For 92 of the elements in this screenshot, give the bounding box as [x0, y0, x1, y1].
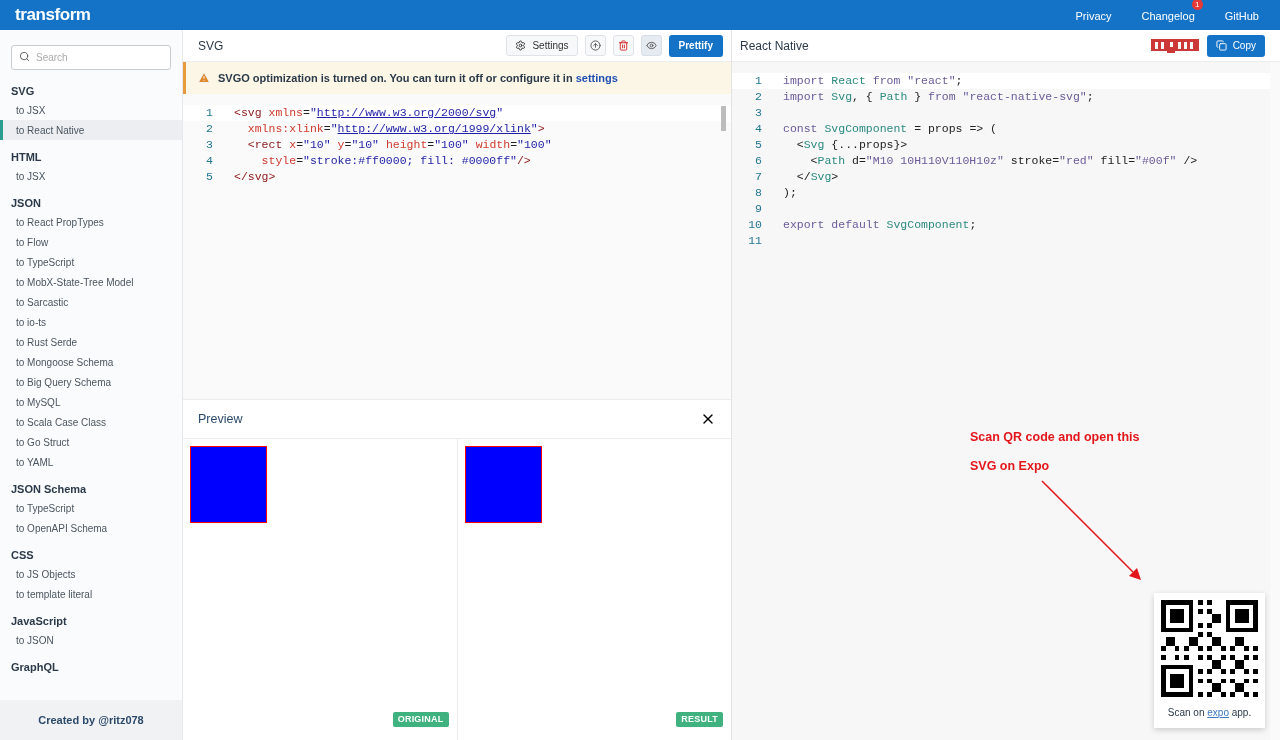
- code-line: </svg>: [233, 169, 276, 186]
- code-line: style="stroke:#ff0000; fill: #0000ff"/>: [260, 153, 531, 170]
- upload-button[interactable]: [584, 35, 606, 56]
- sidebar-item[interactable]: to TypeScript: [0, 252, 182, 272]
- sidebar-item[interactable]: to React Native: [0, 120, 182, 140]
- copy-icon: [1215, 40, 1227, 51]
- preview-toggle[interactable]: [640, 35, 662, 56]
- line-number: 8: [754, 185, 763, 202]
- sidebar-item[interactable]: to Flow: [0, 232, 182, 252]
- line-number: 4: [205, 153, 214, 170]
- nav-link[interactable]: GitHub: [1224, 10, 1259, 22]
- sidebar-item[interactable]: to Scala Case Class: [0, 412, 182, 432]
- sidebar-item[interactable]: to template literal: [0, 584, 182, 604]
- annotation-text: SVG on Expo: [970, 457, 1051, 475]
- line-number: 1: [205, 105, 214, 122]
- sidebar-item[interactable]: to Rust Serde: [0, 332, 182, 352]
- sidebar-item[interactable]: to OpenAPI Schema: [0, 518, 182, 538]
- code-line: );: [782, 185, 797, 202]
- sidebar-item[interactable]: to JSX: [0, 166, 182, 186]
- line-number: 7: [754, 169, 763, 186]
- credit-text: Created by @ritz078: [38, 712, 144, 728]
- sidebar-item[interactable]: to io-ts: [0, 312, 182, 332]
- line-number: 5: [205, 169, 214, 186]
- category-heading: GraphQL: [10, 659, 60, 675]
- line-number: 2: [754, 89, 763, 106]
- code-line: xmlns:xlink="http://www.w3.org/1999/xlink">: [246, 121, 545, 138]
- prettify-button[interactable]: Prettify: [668, 34, 723, 57]
- pane-label: RESULT: [676, 711, 723, 727]
- line-number: 6: [754, 153, 763, 170]
- trash-icon: [617, 40, 629, 51]
- line-number: 11: [747, 233, 763, 250]
- eye-icon: [645, 40, 657, 51]
- search-icon: [19, 51, 30, 62]
- category-heading: JSON Schema: [10, 481, 88, 497]
- pane-label: ORIGINAL: [392, 711, 449, 727]
- line-number: 2: [205, 121, 214, 138]
- category-heading: SVG: [10, 83, 36, 99]
- scrollbar[interactable]: [721, 106, 726, 131]
- line-number: 1: [754, 73, 763, 90]
- copy-button[interactable]: Copy: [1206, 34, 1265, 57]
- code-line: import Svg, { Path } from "react-native-svg";: [782, 89, 1094, 106]
- annotation-text: Scan QR code and open this: [970, 429, 1140, 446]
- code-line: <Path d="M10 10H110V110H10z" stroke="red" fill="#00f" />: [809, 153, 1198, 170]
- code-editor[interactable]: 1 <svg xmlns="http://www.w3.org/2000/svg" 2 xmlns:xlink="http://www.w3.org/1999/xlink"> 3 <rect x="10" y="10" height="100" width="100" 4 style="stroke:#ff0000; fill: #0000ff"/> 5 </svg>: [183, 94, 731, 400]
- category-heading: JavaScript: [10, 613, 68, 629]
- sidebar-item[interactable]: to Go Struct: [0, 432, 182, 452]
- code-line: </Svg>: [795, 169, 839, 186]
- nav-link[interactable]: Privacy: [1075, 10, 1112, 22]
- delete-button[interactable]: [612, 35, 634, 56]
- code-line: import React from "react";: [782, 73, 963, 90]
- line-number: 10: [747, 217, 763, 234]
- output-editor[interactable]: [732, 62, 1280, 740]
- panel-title: React Native: [740, 37, 809, 55]
- code-line: <svg xmlns="http://www.w3.org/2000/svg": [233, 105, 504, 122]
- expo-link[interactable]: expo: [1207, 707, 1229, 718]
- sidebar-item[interactable]: to MySQL: [0, 392, 182, 412]
- line-number: 3: [754, 105, 763, 122]
- preview-title: Preview: [198, 410, 243, 428]
- sidebar-item[interactable]: to Sarcastic: [0, 292, 182, 312]
- sidebar-item[interactable]: to MobX-State-Tree Model: [0, 272, 182, 292]
- code-line: const SvgComponent = props => (: [782, 121, 997, 138]
- code-line: export default SvgComponent;: [782, 217, 977, 234]
- line-number: 4: [754, 121, 763, 138]
- app-logo[interactable]: transform: [15, 2, 91, 28]
- sidebar-item[interactable]: to TypeScript: [0, 498, 182, 518]
- code-line: <rect x="10" y="10" height="100" width="100": [246, 137, 552, 154]
- line-number: 5: [754, 137, 763, 154]
- sidebar-item[interactable]: to YAML: [0, 452, 182, 472]
- nav-link[interactable]: Changelog: [1141, 10, 1195, 22]
- sidebar-item[interactable]: to React PropTypes: [0, 212, 182, 232]
- qr-caption: Scan on expo app.: [1167, 706, 1252, 720]
- category-heading: JSON: [10, 195, 42, 211]
- category-heading: HTML: [10, 149, 43, 165]
- upload-icon: [589, 40, 601, 51]
- settings-button[interactable]: Settings: [506, 35, 578, 56]
- category-heading: CSS: [10, 547, 35, 563]
- sidebar-item[interactable]: to JS Objects: [0, 564, 182, 584]
- logo-icon: [1150, 38, 1199, 53]
- sidebar-item[interactable]: to Mongoose Schema: [0, 352, 182, 372]
- sidebar-item[interactable]: to JSX: [0, 100, 182, 120]
- line-number: 9: [754, 201, 763, 218]
- settings-icon: [515, 40, 527, 51]
- sidebar-item[interactable]: to JSON: [0, 630, 182, 650]
- panel-title: SVG: [198, 37, 224, 55]
- notification-badge: 1: [1191, 0, 1203, 10]
- sidebar-item[interactable]: to Big Query Schema: [0, 372, 182, 392]
- code-line: <Svg {...props}>: [795, 137, 908, 154]
- warning-icon: [198, 72, 210, 84]
- line-number: 3: [205, 137, 214, 154]
- search-field[interactable]: Search: [11, 45, 171, 70]
- warning-text: SVGO optimization is turned on. You can turn it off or configure it in settings: [218, 70, 618, 86]
- settings-link[interactable]: settings: [575, 71, 618, 84]
